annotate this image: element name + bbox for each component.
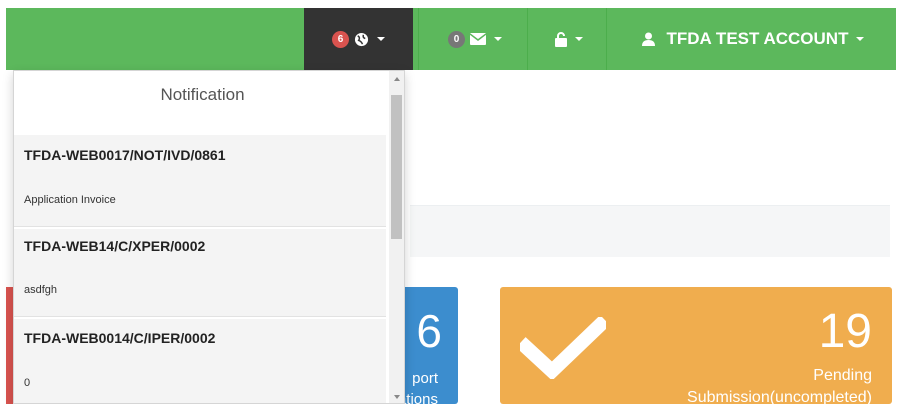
account-menu[interactable]: TFDA TEST ACCOUNT xyxy=(610,8,896,70)
notification-body: 0 xyxy=(24,377,31,389)
scroll-thumb[interactable] xyxy=(391,95,402,239)
stat-count: 6 xyxy=(416,305,442,357)
messages-menu[interactable]: 0 xyxy=(423,8,527,70)
message-count-badge: 0 xyxy=(448,30,465,48)
stat-panel-pending[interactable]: 19 Pending Submission(uncompleted) xyxy=(500,287,892,404)
stat-count: 19 xyxy=(818,305,872,358)
chevron-down-icon xyxy=(494,37,502,41)
notification-body: asdfgh xyxy=(24,284,58,296)
scroll-up-arrow-icon[interactable] xyxy=(394,77,400,81)
account-name: TFDA TEST ACCOUNT xyxy=(666,29,849,48)
scroll-down-arrow-icon[interactable] xyxy=(394,395,400,399)
chevron-down-icon xyxy=(856,37,865,41)
notification-dropdown: Notification TFDA-WEB0017/NOT/IVD/0861 A… xyxy=(13,70,405,404)
chevron-down-icon xyxy=(575,37,583,41)
chevron-down-icon xyxy=(377,37,385,41)
notifications-menu[interactable]: 6 xyxy=(304,8,413,70)
unlock-icon xyxy=(555,31,567,47)
dropdown-scrollbar[interactable] xyxy=(389,71,404,403)
stat-label-line1: port xyxy=(412,370,438,387)
notification-title: TFDA-WEB0017/NOT/IVD/0861 xyxy=(24,147,226,163)
notification-header: Notification xyxy=(160,85,245,104)
notification-item[interactable]: TFDA-WEB0017/NOT/IVD/0861 Application In… xyxy=(14,135,386,227)
notification-title: TFDA-WEB14/C/XPER/0002 xyxy=(24,238,206,254)
notification-item[interactable]: TFDA-WEB0014/C/IPER/0002 0 xyxy=(14,319,386,403)
notification-body: Application Invoice xyxy=(24,194,116,206)
user-icon xyxy=(641,32,655,46)
content-well xyxy=(410,205,890,257)
envelope-icon xyxy=(470,33,486,45)
notification-title: TFDA-WEB0014/C/IPER/0002 xyxy=(24,330,216,346)
check-icon xyxy=(520,317,606,379)
notification-count-badge: 6 xyxy=(332,30,349,48)
lock-menu[interactable] xyxy=(532,8,606,70)
stat-label-line1: Pending xyxy=(813,367,872,384)
notification-item[interactable]: TFDA-WEB14/C/XPER/0002 asdfgh xyxy=(14,229,386,317)
stat-label-line2: Submission(uncompleted) xyxy=(687,389,872,404)
globe-icon xyxy=(354,32,369,46)
top-navbar: 6 0 TFDA TEST ACCOUNT xyxy=(6,8,896,70)
